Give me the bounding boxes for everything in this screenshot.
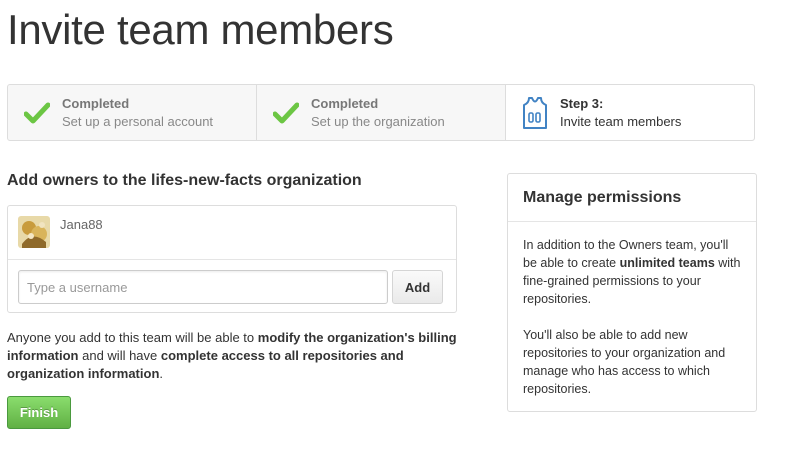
manage-permissions-body: In addition to the Owners team, you'll b…: [508, 222, 756, 430]
step-1-desc: Set up a personal account: [62, 113, 214, 129]
member-row: Jana88: [8, 206, 456, 260]
step-2: Completed Set up the organization: [257, 85, 506, 140]
avatar: [18, 216, 50, 248]
check-icon: [271, 98, 301, 128]
manage-permissions-title: Manage permissions: [508, 174, 756, 222]
signup-steps: Completed Set up a personal account Comp…: [7, 84, 755, 141]
username-input[interactable]: [18, 270, 388, 304]
step-3-status: Step 3:: [560, 95, 604, 111]
check-icon: [22, 98, 52, 128]
member-name[interactable]: Jana88: [60, 217, 103, 232]
manage-permissions-box: Manage permissions In addition to the Ow…: [507, 173, 757, 412]
step-2-status: Completed: [311, 95, 379, 111]
step-3-desc: Invite team members: [560, 113, 682, 129]
step-1-status: Completed: [62, 95, 130, 111]
permissions-para-2: You'll also be able to add new repositor…: [523, 328, 726, 396]
finish-button[interactable]: Finish: [7, 396, 71, 429]
page-title: Invite team members: [7, 6, 394, 53]
step-1: Completed Set up a personal account: [8, 85, 257, 140]
notice-text: and will have: [78, 348, 161, 363]
jersey-icon: [520, 96, 550, 129]
notice-text: Anyone you add to this team will be able…: [7, 330, 258, 345]
add-member-row: Add: [8, 260, 456, 314]
step-3: Step 3: Invite team members: [506, 85, 754, 140]
notice-text: .: [159, 366, 164, 381]
step-2-desc: Set up the organization: [311, 113, 445, 129]
permissions-para-1: In addition to the Owners team, you'll b…: [523, 236, 741, 308]
owners-notice: Anyone you add to this team will be able…: [7, 329, 457, 383]
permissions-bold-teams: unlimited teams: [619, 256, 715, 270]
add-button[interactable]: Add: [392, 270, 443, 304]
owners-section-title: Add owners to the lifes-new-facts organi…: [7, 172, 362, 189]
owners-members-box: Jana88 Add: [7, 205, 457, 313]
